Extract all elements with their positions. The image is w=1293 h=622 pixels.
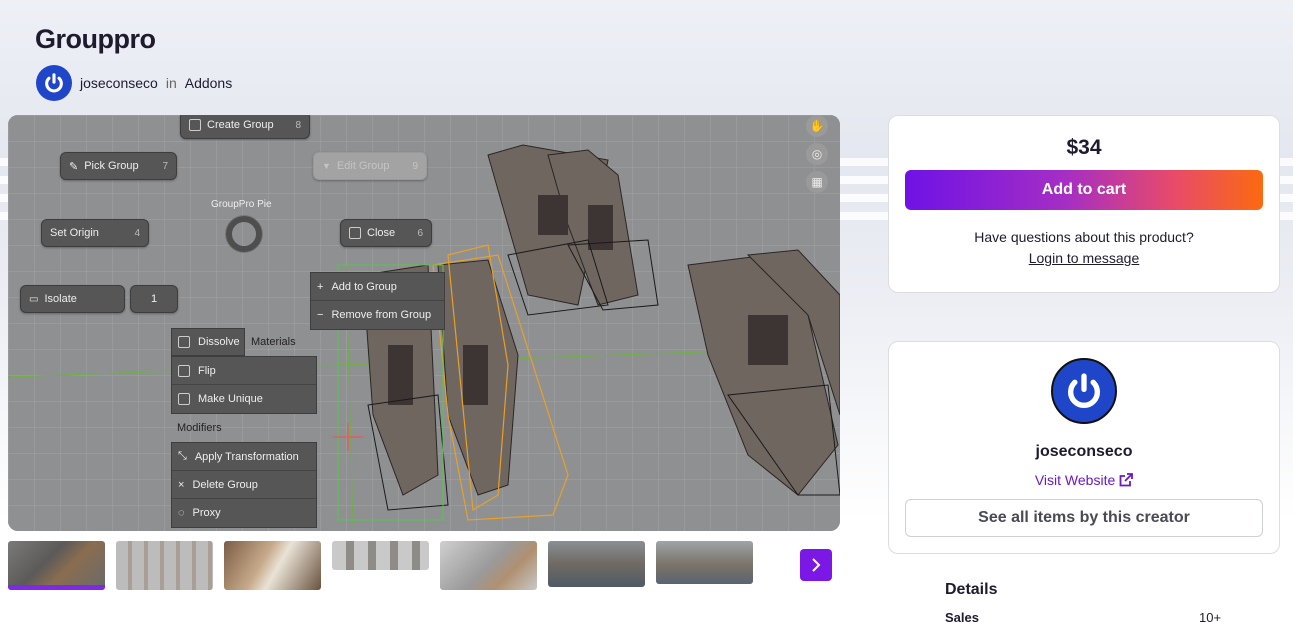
delete-group-label: Delete Group <box>192 478 258 491</box>
purchase-card: $34 Add to cart Have questions about thi… <box>888 115 1280 293</box>
set-origin-shortcut: 4 <box>134 227 140 239</box>
hand-icon[interactable]: ✋ <box>806 115 828 137</box>
author-avatar[interactable] <box>36 65 72 101</box>
close-label: Close <box>367 227 396 239</box>
power-logo-icon <box>1068 373 1100 408</box>
set-origin-button[interactable]: Set Origin 4 <box>41 219 149 247</box>
author-link[interactable]: joseconseco <box>80 75 158 91</box>
external-link-icon <box>1119 473 1134 487</box>
ops-panel: Dissolve Materials Flip Make Unique Modi… <box>171 328 317 528</box>
add-to-group-item[interactable]: + Add to Group <box>311 273 444 301</box>
pick-group-label: Pick Group <box>84 160 139 172</box>
group-menu: + Add to Group − Remove from Group <box>310 272 445 330</box>
camera-icon[interactable]: ◎ <box>806 143 828 165</box>
eyedropper-icon: ✎ <box>69 160 79 173</box>
flip-icon <box>178 364 190 377</box>
visit-website-link[interactable]: Visit Website <box>889 472 1279 488</box>
main-image-viewer[interactable]: Create Group 8 ✎ Pick Group 7 ▼ Edit Gro… <box>8 115 840 531</box>
edit-group-button[interactable]: ▼ Edit Group 9 <box>313 152 427 180</box>
add-to-cart-button[interactable]: Add to cart <box>905 170 1263 210</box>
apply-transformation-item[interactable]: ⤡ Apply Transformation <box>172 443 316 471</box>
isolate-button[interactable]: ▭ Isolate <box>20 285 125 313</box>
edit-group-shortcut: 9 <box>412 160 418 172</box>
close-shortcut: 6 <box>417 227 423 239</box>
sales-value: 10+ <box>1199 610 1222 622</box>
thumbnail-2[interactable] <box>116 541 213 590</box>
thumbnail-1[interactable] <box>8 541 105 590</box>
viewport-nav-icons: ✋ ◎ ▦ <box>806 115 828 193</box>
dissolve-icon <box>178 336 190 348</box>
price: $34 <box>1066 136 1102 159</box>
perspective-grid-icon[interactable]: ▦ <box>806 171 828 193</box>
tab-dissolve[interactable]: Dissolve <box>171 328 245 356</box>
close-button[interactable]: Close 6 <box>340 219 432 247</box>
remove-from-group-label: Remove from Group <box>331 309 432 321</box>
create-group-button[interactable]: Create Group 8 <box>180 115 310 139</box>
power-logo-icon <box>45 73 63 93</box>
apply-transformation-label: Apply Transformation <box>194 450 299 463</box>
delete-group-item[interactable]: × Delete Group <box>172 471 316 499</box>
byline: joseconseco in Addons <box>36 65 232 101</box>
questions-text: Have questions about this product? <box>974 229 1194 245</box>
pie-center-ring <box>226 216 262 252</box>
flip-item[interactable]: Flip <box>172 357 316 385</box>
thumbnail-5[interactable] <box>440 541 537 590</box>
axes-icon: ⤡ <box>178 450 187 462</box>
ghost-icon: ◌ <box>178 507 185 519</box>
remove-from-group-item[interactable]: − Remove from Group <box>311 301 444 329</box>
see-all-items-button[interactable]: See all items by this creator <box>905 499 1263 537</box>
set-origin-label: Set Origin <box>50 227 99 239</box>
thumbnail-4[interactable] <box>332 541 429 570</box>
thumbnail-3[interactable] <box>224 541 321 590</box>
login-to-message-link[interactable]: Login to message <box>889 250 1279 266</box>
modifiers-label: Modifiers <box>177 422 222 434</box>
group-icon <box>189 119 201 131</box>
make-unique-label: Make Unique <box>198 393 263 405</box>
tab-dissolve-label: Dissolve <box>198 336 240 348</box>
add-to-group-label: Add to Group <box>331 280 397 293</box>
tab-materials-label: Materials <box>251 336 296 348</box>
creator-avatar[interactable] <box>1051 358 1117 424</box>
pie-menu-title: GroupPro Pie <box>211 199 272 210</box>
plus-icon: + <box>317 280 324 293</box>
category-link[interactable]: Addons <box>185 75 232 91</box>
product-title: Grouppro <box>35 24 156 54</box>
x-icon: × <box>178 478 185 491</box>
proxy-label: Proxy <box>192 507 221 519</box>
pick-group-shortcut: 7 <box>162 160 168 172</box>
details-heading: Details <box>945 581 998 598</box>
modifiers-heading: Modifiers <box>171 414 317 442</box>
isolate-count: 1 <box>150 293 158 305</box>
create-group-label: Create Group <box>207 119 274 131</box>
isolate-label: Isolate <box>44 293 77 305</box>
chevron-right-icon <box>812 558 821 572</box>
thumbnail-strip <box>8 541 753 590</box>
pick-group-button[interactable]: ✎ Pick Group 7 <box>60 152 177 180</box>
link-icon <box>178 393 190 405</box>
visit-website-label: Visit Website <box>1034 472 1116 488</box>
in-word: in <box>165 75 177 91</box>
monitor-icon: ▭ <box>29 293 39 305</box>
proxy-item[interactable]: ◌ Proxy <box>172 499 316 527</box>
triangle-down-icon: ▼ <box>322 161 331 171</box>
creator-card: joseconseco Visit Website See all items … <box>888 341 1280 554</box>
make-unique-item[interactable]: Make Unique <box>172 385 316 413</box>
create-group-shortcut: 8 <box>295 119 301 131</box>
minus-icon: − <box>317 309 324 321</box>
creator-name: joseconseco <box>1035 443 1133 460</box>
thumbnail-6[interactable] <box>548 541 645 587</box>
close-group-icon <box>349 227 361 239</box>
edit-group-label: Edit Group <box>336 160 390 172</box>
thumbnail-7[interactable] <box>656 541 753 584</box>
next-thumbnails-button[interactable] <box>800 549 832 581</box>
tab-materials[interactable]: Materials <box>245 328 317 356</box>
isolate-count-field[interactable]: 1 <box>130 285 178 313</box>
sales-label: Sales <box>945 610 979 622</box>
flip-label: Flip <box>198 364 216 377</box>
